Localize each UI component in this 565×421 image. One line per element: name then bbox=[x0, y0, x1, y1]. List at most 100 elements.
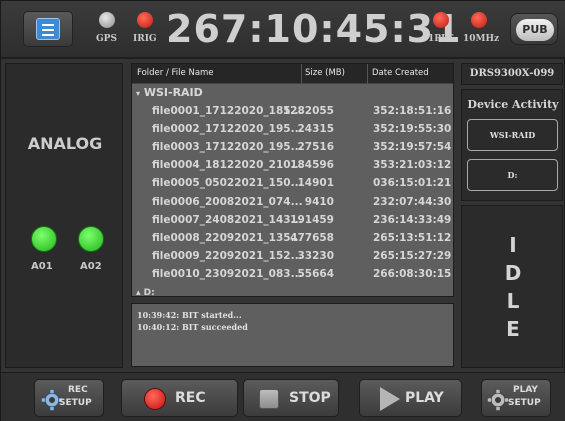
table-row[interactable]: file0003_17122020_195... 27516 352:19:57:5… bbox=[132, 139, 453, 157]
file-date-cell: 232:07:44:30 bbox=[373, 195, 452, 208]
file-size-cell: 191459 bbox=[290, 213, 334, 226]
play-setup-button[interactable]: PLAY SETUP bbox=[481, 379, 551, 417]
column-header-size[interactable]: Size (MB) bbox=[305, 68, 345, 78]
file-name-cell: file0001_17122020_185... bbox=[152, 105, 303, 117]
file-name-cell: file0005_05022021_150... bbox=[152, 177, 303, 190]
irig-status-led bbox=[137, 12, 153, 28]
file-name-cell: file0004_18122020_210... bbox=[152, 159, 303, 172]
menu-list-icon bbox=[36, 18, 60, 40]
file-date-cell: 265:13:51:12 bbox=[373, 231, 452, 244]
rec-button[interactable]: REC bbox=[121, 379, 238, 417]
file-name-cell: file0003_17122020_195... bbox=[152, 141, 303, 154]
table-row[interactable]: file0002_17122020_195... 24315 352:19:55:3… bbox=[132, 121, 453, 139]
device-id: DRS9300X-099 bbox=[461, 63, 563, 85]
file-name-cell: file0010_23092021_083... bbox=[152, 267, 303, 280]
file-date-cell: 353:21:03:12 bbox=[373, 159, 452, 172]
play-label: PLAY bbox=[405, 390, 444, 406]
channel-a02-label: A02 bbox=[80, 261, 102, 272]
collapse-arrow-icon: ▴ bbox=[136, 288, 141, 297]
play-button[interactable]: PLAY bbox=[359, 379, 462, 417]
file-size-cell: 14901 bbox=[297, 177, 334, 190]
time-clock: 267:10:45:31 bbox=[166, 7, 462, 51]
log-line: 10:39:42: BIT started... bbox=[137, 310, 242, 320]
table-row[interactable]: file0008_22092021_135... 477658 265:13:51:… bbox=[132, 230, 453, 248]
file-size-cell: 24315 bbox=[297, 123, 334, 136]
file-size-cell: 9410 bbox=[304, 195, 334, 208]
file-date-cell: 352:19:57:54 bbox=[373, 141, 452, 154]
rec-setup-label-line1: REC bbox=[68, 385, 88, 395]
file-date-cell: 352:19:55:30 bbox=[373, 123, 452, 136]
file-name-cell: file0007_24082021_143... bbox=[152, 213, 303, 226]
status-letter: D bbox=[504, 261, 522, 285]
1pps-status-led bbox=[433, 12, 449, 28]
folder-row-d[interactable]: ▴ D: bbox=[136, 288, 155, 297]
irig-label: IRIG bbox=[133, 34, 157, 44]
status-letter: I bbox=[509, 233, 517, 257]
file-date-cell: 236:14:33:49 bbox=[373, 213, 452, 226]
rec-label: REC bbox=[175, 390, 206, 406]
drive-d-button[interactable]: D: bbox=[467, 159, 558, 191]
app-window: GPS IRIG 267:10:45:31 1PPS 10MHz PUB ANA… bbox=[0, 0, 565, 421]
drive-wsi-raid-button[interactable]: WSI-RAID bbox=[467, 119, 558, 151]
table-row[interactable]: file0006_20082021_074... 9410 232:07:44:30 bbox=[132, 194, 453, 212]
file-size-cell: 477658 bbox=[290, 231, 334, 244]
folder-name: WSI-RAID bbox=[143, 86, 203, 99]
bottom-bar: REC SETUP REC STOP PLAY PLAY SETUP bbox=[1, 372, 565, 421]
file-name-cell: file0002_17122020_195... bbox=[152, 123, 303, 136]
channel-a01-led bbox=[31, 226, 57, 252]
table-row[interactable]: file0001_17122020_185... 1282055 352:18:51… bbox=[132, 103, 453, 121]
analog-panel: ANALOG A01 A02 bbox=[5, 63, 123, 368]
status-panel: I D L E bbox=[461, 205, 563, 368]
cloud-icon: PUB bbox=[516, 19, 554, 41]
file-table[interactable]: Folder / File Name Size (MB) Date Create… bbox=[131, 63, 454, 297]
file-date-cell: 266:08:30:15 bbox=[373, 267, 452, 280]
log-line: 10:40:12: BIT succeeded bbox=[137, 322, 248, 332]
channel-a02-led bbox=[78, 226, 104, 252]
folder-name: D: bbox=[143, 288, 155, 297]
menu-button[interactable] bbox=[23, 11, 73, 47]
gear-icon bbox=[487, 389, 509, 411]
10mhz-label: 10MHz bbox=[463, 34, 500, 44]
10mhz-status-led bbox=[471, 12, 487, 28]
folder-row-wsi-raid[interactable]: ▾ WSI-RAID bbox=[136, 86, 203, 99]
rec-setup-button[interactable]: REC SETUP bbox=[34, 379, 104, 417]
file-size-cell: 55664 bbox=[297, 267, 334, 280]
gps-label: GPS bbox=[96, 34, 117, 44]
file-size-cell: 27516 bbox=[297, 141, 334, 154]
device-activity-title: Device Activity bbox=[467, 98, 559, 111]
expand-arrow-icon: ▾ bbox=[136, 89, 141, 98]
play-setup-label-line1: PLAY bbox=[513, 385, 538, 395]
table-row[interactable]: file0010_23092021_083... 55664 266:08:30:1… bbox=[132, 266, 453, 284]
file-date-cell: 352:18:51:16 bbox=[373, 105, 452, 117]
analog-title: ANALOG bbox=[27, 134, 103, 153]
gps-status-led bbox=[99, 12, 115, 28]
column-header-name[interactable]: Folder / File Name bbox=[137, 68, 214, 78]
channel-a01-label: A01 bbox=[31, 261, 53, 272]
device-activity-panel: Device Activity WSI-RAID D: bbox=[461, 89, 563, 201]
publish-button[interactable]: PUB bbox=[510, 13, 558, 45]
top-bar: GPS IRIG 267:10:45:31 1PPS 10MHz PUB bbox=[1, 1, 565, 59]
column-header-date[interactable]: Date Created bbox=[372, 68, 429, 78]
table-header: Folder / File Name Size (MB) Date Create… bbox=[132, 64, 453, 84]
file-date-cell: 036:15:01:21 bbox=[373, 177, 452, 190]
table-row[interactable]: file0004_18122020_210... 184596 353:21:03:… bbox=[132, 157, 453, 175]
rec-setup-label-line2: SETUP bbox=[59, 398, 92, 408]
record-icon bbox=[144, 388, 166, 410]
status-letter: L bbox=[506, 289, 520, 313]
table-row[interactable]: file0009_22092021_152... 33230 265:15:27:2… bbox=[132, 248, 453, 266]
table-row[interactable]: file0005_05022021_150... 14901 036:15:01:2… bbox=[132, 175, 453, 193]
stop-icon bbox=[259, 389, 279, 409]
1pps-label: 1PPS bbox=[428, 34, 455, 44]
play-setup-label-line2: SETUP bbox=[508, 398, 541, 408]
file-size-cell: 33230 bbox=[297, 249, 334, 262]
publish-label: PUB bbox=[522, 23, 548, 36]
stop-button[interactable]: STOP bbox=[243, 379, 339, 417]
file-date-cell: 265:15:27:29 bbox=[373, 249, 452, 262]
file-name-cell: file0006_20082021_074... bbox=[152, 195, 303, 208]
play-icon bbox=[380, 387, 400, 411]
status-letter: E bbox=[506, 317, 520, 341]
log-panel: 10:39:42: BIT started... 10:40:12: BIT s… bbox=[131, 303, 454, 367]
stop-label: STOP bbox=[289, 390, 331, 406]
table-row[interactable]: file0007_24082021_143... 191459 236:14:33:… bbox=[132, 212, 453, 230]
file-size-cell: 184596 bbox=[290, 159, 334, 172]
